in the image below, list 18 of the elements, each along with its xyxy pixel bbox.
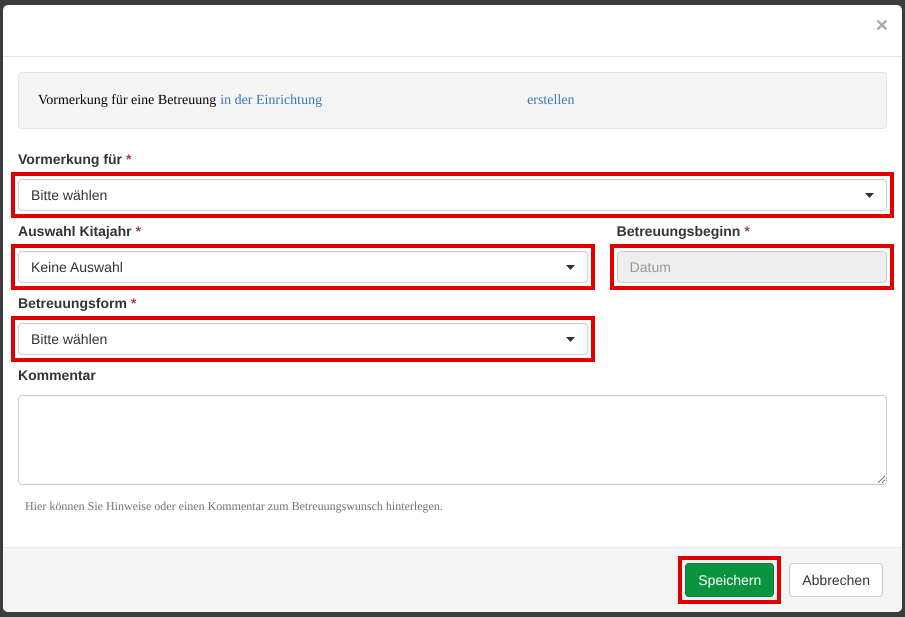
field-label: Vormerkung für *: [17, 150, 132, 169]
select-field[interactable]: Bitte wählen: [18, 323, 588, 355]
caret-icon: [865, 192, 874, 198]
field-label: Auswahl Kitajahr *: [17, 222, 142, 241]
field-label: Betreuungsform *: [17, 294, 138, 313]
info-text: Vormerkung für eine Betreuung: [38, 92, 216, 110]
comment-textarea[interactable]: [18, 395, 887, 485]
field-label: Betreuungsbeginn *: [616, 222, 751, 241]
facility-link[interactable]: in der Einrichtung: [220, 90, 322, 111]
caret-icon: [566, 264, 575, 270]
save-button[interactable]: Speichern: [685, 563, 774, 597]
select-field[interactable]: Bitte wählen: [18, 179, 887, 211]
select-field[interactable]: Keine Auswahl: [18, 251, 588, 283]
field-label: Kommentar: [17, 366, 97, 385]
caret-icon: [566, 336, 575, 342]
cancel-button[interactable]: Abbrechen: [789, 563, 883, 597]
create-link[interactable]: erstellen: [527, 90, 574, 111]
help-text: Hier können Sie Hinweise oder einen Kommentar zum Betreuungswunsch hinterlegen.: [24, 498, 444, 515]
